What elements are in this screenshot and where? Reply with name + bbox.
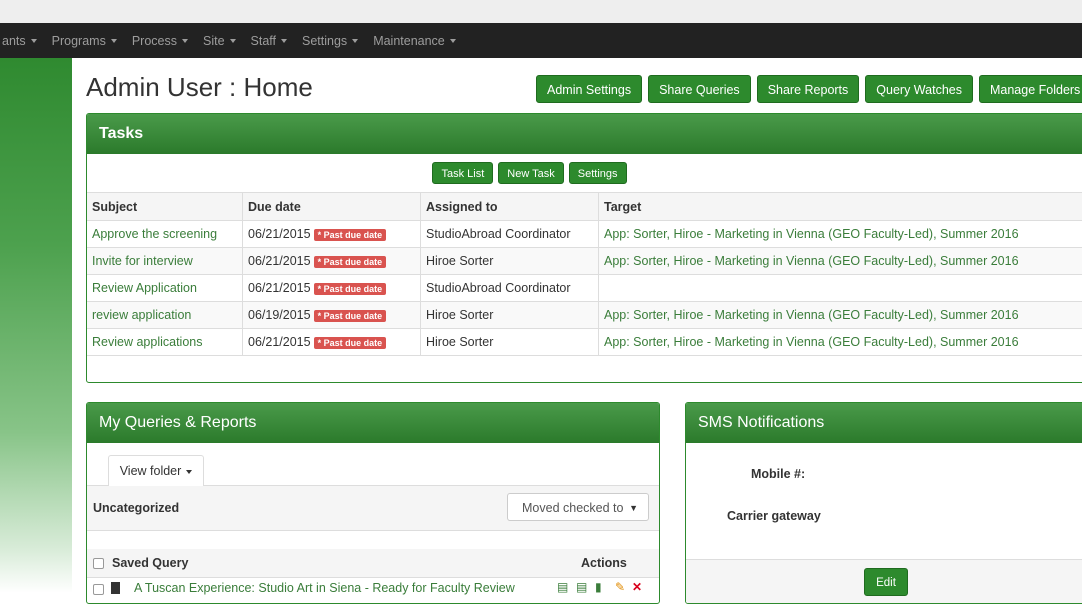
task-settings-button[interactable]: Settings xyxy=(569,162,627,184)
task-subject-link[interactable]: Invite for interview xyxy=(92,254,193,268)
sidebar-gradient xyxy=(0,58,72,593)
table-row: Review Application 06/21/2015* Past due … xyxy=(87,275,1082,302)
nav-item-process[interactable]: Process xyxy=(132,34,188,48)
page-title: Admin User : Home xyxy=(86,72,313,103)
report-file-icon[interactable]: ▤ xyxy=(576,580,587,594)
task-due-date: 06/21/2015 xyxy=(248,254,311,268)
table-row: Approve the screening 06/21/2015* Past d… xyxy=(87,221,1082,248)
nav-item-programs[interactable]: Programs xyxy=(52,34,117,48)
task-subject-link[interactable]: Review Application xyxy=(92,281,197,295)
chevron-down-icon xyxy=(450,39,456,43)
query-watches-button[interactable]: Query Watches xyxy=(865,75,973,103)
chevron-down-icon xyxy=(111,39,117,43)
mobile-label: Mobile #: xyxy=(751,467,805,481)
past-due-badge: * Past due date xyxy=(314,283,387,295)
export-file-icon[interactable]: ▤ xyxy=(557,580,568,594)
nav-item-maintenance[interactable]: Maintenance xyxy=(373,34,456,48)
table-row: Review applications 06/21/2015* Past due… xyxy=(87,329,1082,356)
task-list-button[interactable]: Task List xyxy=(432,162,493,184)
top-action-buttons: Admin Settings Share Queries Share Repor… xyxy=(536,75,1082,103)
tasks-header-row: Subject Due date Assigned to Target xyxy=(87,193,1082,221)
query-checkbox[interactable] xyxy=(93,584,104,595)
browser-top-strip xyxy=(0,0,1082,23)
tasks-table: Subject Due date Assigned to Target Appr… xyxy=(87,193,1082,356)
task-assignee: StudioAbroad Coordinator xyxy=(426,281,571,295)
task-assignee: Hiroe Sorter xyxy=(426,308,493,322)
saved-query-column-label: Saved Query xyxy=(112,556,188,570)
chevron-down-icon xyxy=(352,39,358,43)
task-due-date: 06/21/2015 xyxy=(248,227,311,241)
nav-item-site[interactable]: Site xyxy=(203,34,236,48)
table-row: Invite for interview 06/21/2015* Past du… xyxy=(87,248,1082,275)
task-assignee: Hiroe Sorter xyxy=(426,335,493,349)
table-row: review application 06/19/2015* Past due … xyxy=(87,302,1082,329)
pencil-edit-icon[interactable]: ✎ xyxy=(615,580,625,594)
folder-tab-bar: View folder xyxy=(87,443,659,486)
column-header-target[interactable]: Target xyxy=(599,193,1082,221)
tasks-toolbar: Task List New Task Settings xyxy=(87,154,1082,193)
move-checked-select[interactable]: Moved checked to▼ xyxy=(507,493,649,521)
task-subject-link[interactable]: Approve the screening xyxy=(92,227,217,241)
share-queries-button[interactable]: Share Queries xyxy=(648,75,751,103)
chevron-down-icon xyxy=(230,39,236,43)
tasks-heading: Tasks xyxy=(87,114,1082,154)
chevron-down-icon xyxy=(281,39,287,43)
task-subject-link[interactable]: review application xyxy=(92,308,191,322)
column-header-subject[interactable]: Subject xyxy=(87,193,243,221)
past-due-badge: * Past due date xyxy=(314,310,387,322)
delete-icon[interactable]: ✕ xyxy=(632,580,642,594)
past-due-badge: * Past due date xyxy=(314,337,387,349)
column-header-due-date[interactable]: Due date xyxy=(243,193,421,221)
task-assignee: StudioAbroad Coordinator xyxy=(426,227,571,241)
task-target-link[interactable]: App: Sorter, Hiroe - Marketing in Vienna… xyxy=(604,227,1019,241)
sms-panel: SMS Notifications Mobile #: Carrier gate… xyxy=(685,402,1082,604)
saved-query-header: Saved Query Actions xyxy=(87,549,659,578)
share-reports-button[interactable]: Share Reports xyxy=(757,75,860,103)
task-due-date: 06/21/2015 xyxy=(248,281,311,295)
chevron-down-icon xyxy=(182,39,188,43)
manage-folders-button[interactable]: Manage Folders xyxy=(979,75,1082,103)
file-icon xyxy=(111,582,120,594)
task-target-link[interactable]: App: Sorter, Hiroe - Marketing in Vienna… xyxy=(604,335,1019,349)
select-all-checkbox[interactable] xyxy=(93,558,104,569)
task-due-date: 06/21/2015 xyxy=(248,335,311,349)
tasks-panel: Tasks Task List New Task Settings Subjec… xyxy=(86,113,1082,383)
column-header-assigned-to[interactable]: Assigned to xyxy=(421,193,599,221)
nav-item-settings[interactable]: Settings xyxy=(302,34,358,48)
admin-settings-button[interactable]: Admin Settings xyxy=(536,75,642,103)
task-due-date: 06/19/2015 xyxy=(248,308,311,322)
new-task-button[interactable]: New Task xyxy=(498,162,563,184)
queries-panel: My Queries & Reports View folder Uncateg… xyxy=(86,402,660,604)
past-due-badge: * Past due date xyxy=(314,229,387,241)
folder-name: Uncategorized xyxy=(93,501,179,515)
list-item: A Tuscan Experience: Studio Art in Siena… xyxy=(87,578,659,600)
folder-row: Uncategorized Moved checked to▼ xyxy=(87,486,659,531)
past-due-badge: * Past due date xyxy=(314,256,387,268)
sms-heading: SMS Notifications xyxy=(686,403,1082,443)
chart-icon[interactable]: ▮ xyxy=(595,580,602,594)
chevron-down-icon xyxy=(186,470,192,474)
queries-heading: My Queries & Reports xyxy=(87,403,659,443)
edit-sms-button[interactable]: Edit xyxy=(864,568,908,596)
nav-item-staff[interactable]: Staff xyxy=(251,34,287,48)
carrier-gateway-label: Carrier gateway xyxy=(727,509,821,523)
task-target-link[interactable]: App: Sorter, Hiroe - Marketing in Vienna… xyxy=(604,254,1019,268)
task-subject-link[interactable]: Review applications xyxy=(92,335,202,349)
actions-column-label: Actions xyxy=(581,556,627,570)
select-arrow-icon: ▼ xyxy=(629,494,638,522)
nav-item-participants[interactable]: ants xyxy=(2,34,37,48)
task-target-link[interactable]: App: Sorter, Hiroe - Marketing in Vienna… xyxy=(604,308,1019,322)
sms-footer: Edit xyxy=(686,559,1082,604)
task-assignee: Hiroe Sorter xyxy=(426,254,493,268)
view-folder-dropdown[interactable]: View folder xyxy=(108,455,204,486)
main-navbar: ants Programs Process Site Staff Setting… xyxy=(0,23,1082,58)
chevron-down-icon xyxy=(31,39,37,43)
